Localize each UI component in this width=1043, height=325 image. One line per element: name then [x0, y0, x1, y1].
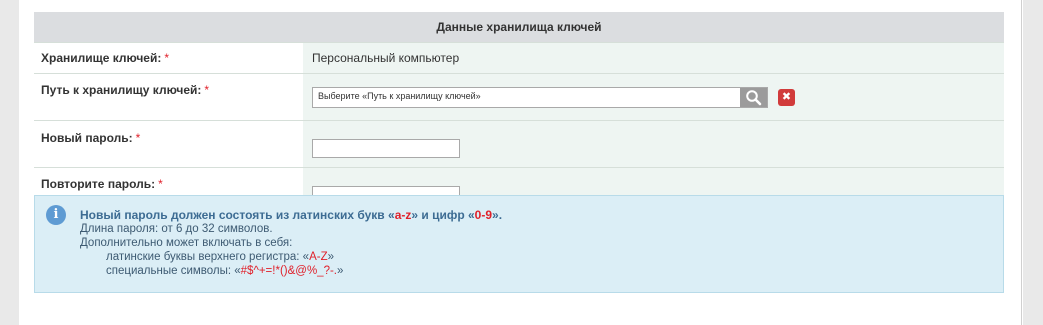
required-mark: * — [158, 177, 163, 191]
length-rule: Длина пароля: от 6 до 32 символов. — [80, 223, 273, 235]
repeat-password-label: Повторите пароль: — [41, 177, 156, 191]
special-prefix: специальные символы: « — [106, 265, 241, 277]
scrollbar-track[interactable] — [1021, 0, 1022, 325]
uppercase-suffix: » — [327, 251, 334, 263]
clear-path-button[interactable]: ✖ — [778, 88, 795, 106]
new-password-value-cell — [303, 120, 1004, 168]
path-field[interactable]: Выберите «Путь к хранилищу ключей» — [312, 86, 768, 108]
storage-value: Персональный компьютер — [312, 51, 460, 65]
digits-range: 0-9 — [474, 208, 493, 222]
uppercase-rule: латинские буквы верхнего регистра: «A-Z» — [80, 250, 502, 264]
info-icon: i — [46, 205, 66, 225]
page: { "section_title": "Данные хранилища клю… — [0, 0, 1043, 325]
new-password-label: Новый пароль: — [41, 131, 133, 145]
key-storage-form: Данные хранилища ключей Хранилище ключей… — [34, 12, 1004, 214]
notice-heading: Новый пароль должен состоять из латински… — [80, 208, 502, 222]
letters-range: a-z — [394, 208, 412, 222]
path-placeholder[interactable]: Выберите «Путь к хранилищу ключей» — [318, 91, 481, 101]
search-button[interactable] — [740, 87, 767, 107]
path-row: Путь к хранилищу ключей: * Выберите «Путь… — [34, 73, 1004, 121]
storage-label: Хранилище ключей: — [41, 51, 162, 65]
password-requirements-notice: i Новый пароль должен состоять из латинс… — [34, 195, 1004, 293]
new-password-input[interactable] — [312, 139, 460, 158]
notice-head-suffix: ». — [492, 208, 503, 222]
special-chars: #$^+=!*()&@%_?-. — [240, 265, 337, 277]
uppercase-range: A-Z — [309, 251, 328, 263]
required-mark: * — [135, 131, 141, 145]
uppercase-prefix: латинские буквы верхнего регистра: « — [106, 251, 310, 263]
section-title: Данные хранилища ключей — [34, 12, 1004, 43]
new-password-label-cell: Новый пароль: * — [34, 120, 303, 168]
new-password-row: Новый пароль: * — [34, 120, 1004, 168]
extra-rule: Дополнительно может включать в себя: — [80, 237, 293, 249]
notice-head-prefix: Новый пароль должен состоять из латински… — [80, 208, 395, 222]
path-label: Путь к хранилищу ключей: — [41, 83, 202, 97]
required-mark: * — [204, 83, 210, 97]
required-mark: * — [164, 51, 170, 65]
content-panel: Данные хранилища ключей Хранилище ключей… — [19, 0, 1023, 325]
storage-row: Хранилище ключей: * Персональный компьюте… — [34, 42, 1004, 74]
special-suffix: » — [337, 265, 344, 277]
special-chars-rule: специальные символы: «#$^+=!*()&@%_?-.» — [80, 264, 502, 278]
storage-value-cell: Персональный компьютер — [303, 42, 1004, 74]
path-label-cell: Путь к хранилищу ключей: * — [34, 73, 303, 121]
notice-text: Новый пароль должен состоять из латински… — [80, 208, 502, 278]
path-value-cell: Выберите «Путь к хранилищу ключей» ✖ — [303, 73, 1004, 121]
storage-label-cell: Хранилище ключей: * — [34, 42, 303, 74]
notice-head-middle: » и цифр « — [411, 208, 475, 222]
close-icon: ✖ — [781, 90, 792, 103]
search-icon — [746, 89, 762, 105]
